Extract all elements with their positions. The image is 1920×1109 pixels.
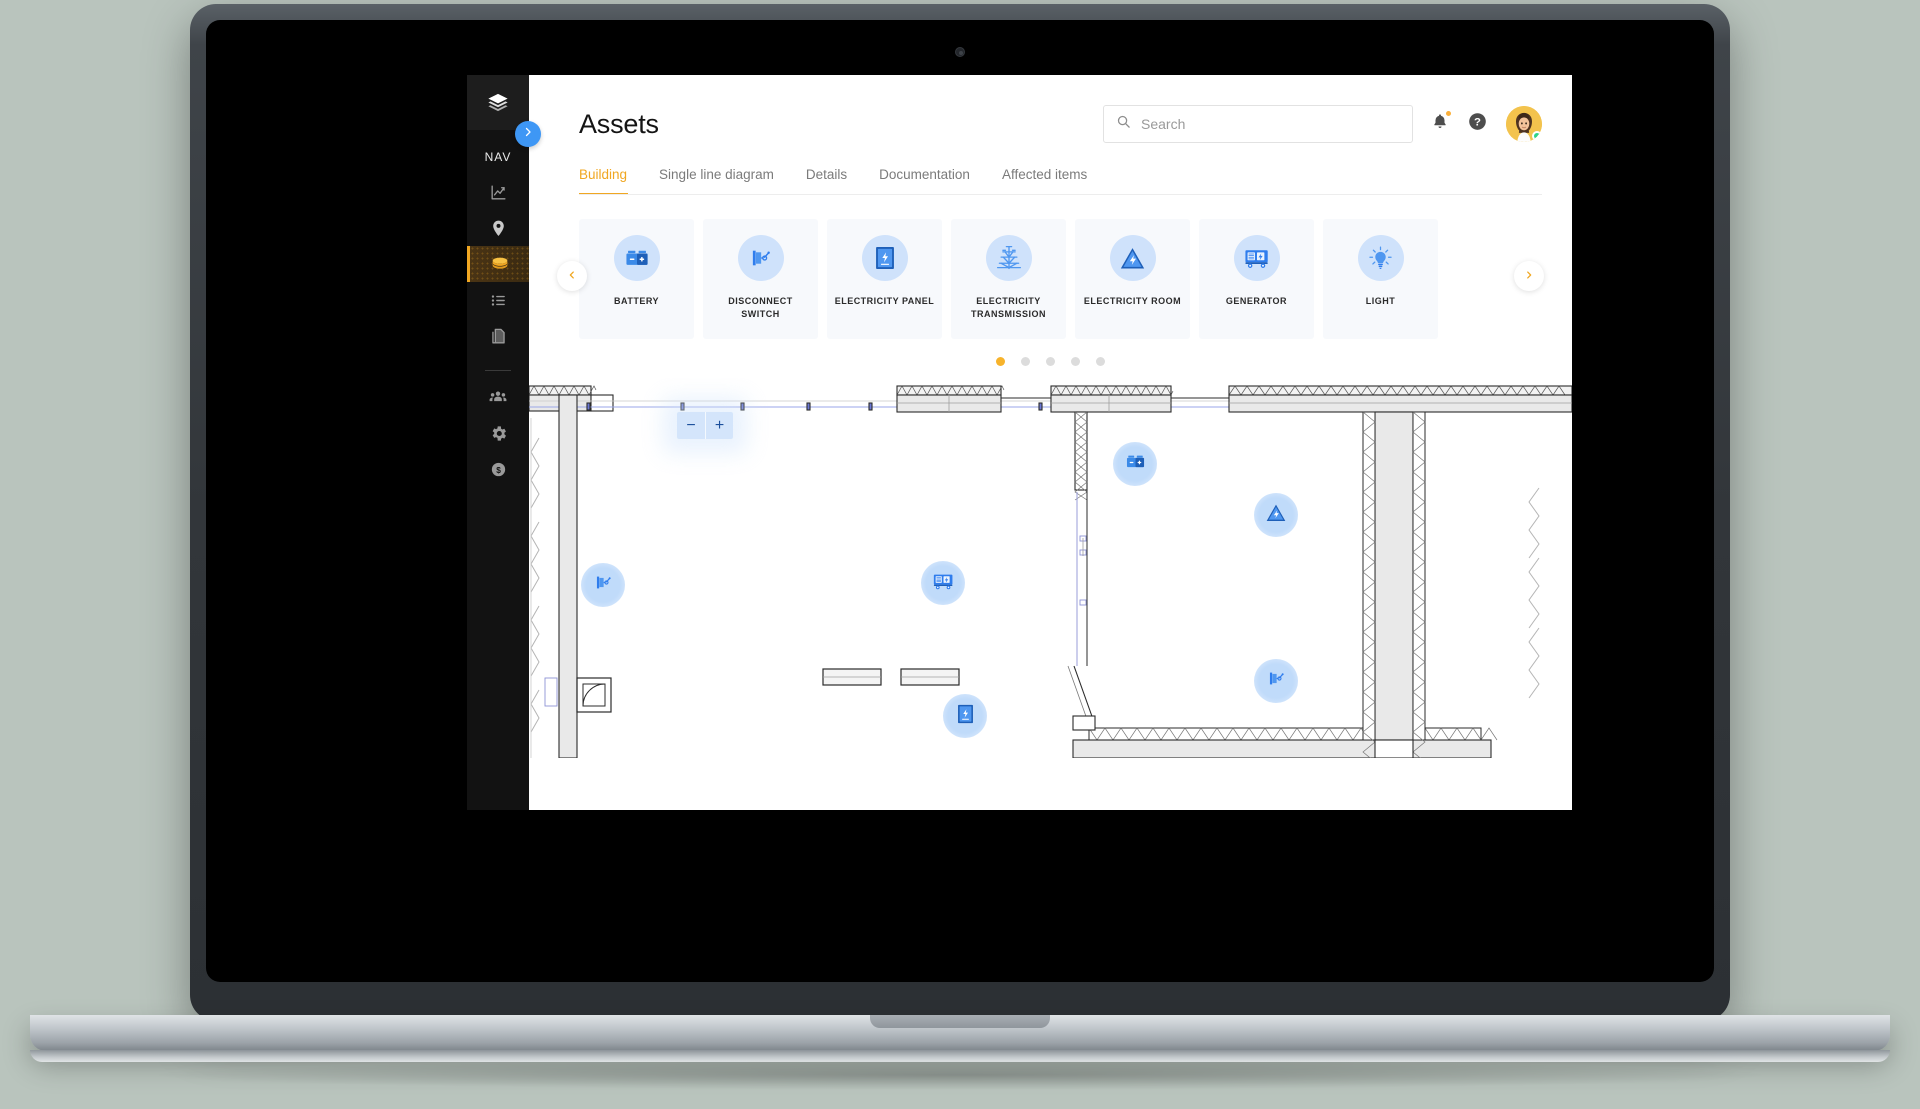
asset-card-list: Battery <box>543 219 1558 339</box>
tab-documentation[interactable]: Documentation <box>879 167 970 195</box>
carousel-dot[interactable] <box>996 357 1005 366</box>
asset-card-electricity-panel[interactable]: Electricity panel <box>827 219 942 339</box>
transmission-tower-icon <box>985 235 1032 281</box>
webcam-icon <box>955 47 965 57</box>
asset-card-label: Electricity room <box>1083 296 1182 306</box>
tab-details[interactable]: Details <box>806 167 847 195</box>
floorplan-marker-generator[interactable] <box>921 561 965 605</box>
floorplan-marker-battery[interactable] <box>1113 442 1157 486</box>
sidebar: NAV $ <box>467 75 541 810</box>
asset-card-label: Light <box>1365 296 1396 306</box>
search-icon <box>1116 114 1131 134</box>
sidebar-item-settings[interactable] <box>467 415 529 451</box>
laptop-base <box>30 1015 1890 1051</box>
application-window: NAV $ Assets Search ? Building Single li… <box>467 75 1572 810</box>
sidebar-item-users[interactable] <box>467 379 529 415</box>
generator-truck-icon <box>932 571 955 596</box>
notifications-button[interactable] <box>1431 110 1452 136</box>
zoom-controls: − + <box>677 412 733 439</box>
warning-triangle-icon <box>1109 235 1156 281</box>
asset-card-disconnect-switch[interactable]: Disconnect switch <box>703 219 818 339</box>
help-button[interactable]: ? <box>1467 111 1488 137</box>
carousel-prev-button[interactable] <box>557 261 587 291</box>
list-icon <box>489 291 508 310</box>
document-save-icon <box>489 327 508 346</box>
chevron-right-icon <box>1524 267 1534 285</box>
laptop-screen: NAV $ Assets Search ? Building Single li… <box>206 20 1714 982</box>
carousel-pagination <box>543 357 1558 366</box>
carousel-next-button[interactable] <box>1514 261 1544 291</box>
avatar[interactable] <box>1506 106 1542 142</box>
page-title: Assets <box>579 108 659 139</box>
generator-truck-icon <box>1233 235 1280 281</box>
notification-badge <box>1445 110 1452 117</box>
asset-card-electricity-room[interactable]: Electricity room <box>1075 219 1190 339</box>
floorplan-marker-disconnect-switch-2[interactable] <box>1254 659 1298 703</box>
light-bulb-icon <box>1357 235 1404 281</box>
battery-icon <box>613 235 660 281</box>
layers-stack-icon <box>489 253 511 275</box>
asset-card-label: Generator <box>1225 296 1288 306</box>
sidebar-divider <box>485 370 511 371</box>
floorplan-marker-disconnect-switch[interactable] <box>581 563 625 607</box>
asset-card-label: Electricity transmission <box>971 296 1046 320</box>
svg-text:$: $ <box>496 464 501 474</box>
gear-icon <box>489 424 508 443</box>
asset-card-light[interactable]: Light <box>1323 219 1438 339</box>
disconnect-switch-icon <box>737 235 784 281</box>
laptop-shadow <box>140 1060 1780 1090</box>
people-group-icon <box>488 387 508 407</box>
sidebar-item-billing[interactable]: $ <box>467 451 529 487</box>
sidebar-nav-label: NAV <box>484 150 512 164</box>
dollar-circle-icon: $ <box>489 460 508 479</box>
sidebar-logo[interactable] <box>467 75 529 130</box>
laptop-mockup: NAV $ Assets Search ? Building Single li… <box>0 0 1920 1109</box>
asset-card-label: Electricity panel <box>834 296 935 306</box>
disconnect-switch-icon <box>593 572 614 598</box>
floorplan-viewer[interactable]: − + <box>529 378 1572 758</box>
carousel-dot[interactable] <box>1046 357 1055 366</box>
warning-triangle-icon <box>1265 503 1287 528</box>
floorplan-marker-electricity-room[interactable] <box>1254 493 1298 537</box>
chevron-left-icon <box>567 267 577 285</box>
chevron-right-icon <box>522 125 534 143</box>
asset-card-generator[interactable]: Generator <box>1199 219 1314 339</box>
header-actions: ? <box>1103 105 1542 143</box>
carousel-dot[interactable] <box>1021 357 1030 366</box>
question-circle-icon: ? <box>1467 111 1488 137</box>
search-box[interactable] <box>1103 105 1413 143</box>
asset-card-label: Disconnect switch <box>728 296 793 320</box>
status-badge <box>1532 131 1542 141</box>
zoom-out-button[interactable]: − <box>677 412 705 439</box>
header-bar: Assets Search ? <box>529 75 1572 143</box>
location-pin-icon <box>489 219 508 238</box>
sidebar-item-analytics[interactable] <box>467 174 529 210</box>
electricity-panel-icon <box>861 235 908 281</box>
battery-icon <box>1125 451 1146 477</box>
tab-affected-items[interactable]: Affected items <box>1002 167 1087 195</box>
svg-text:?: ? <box>1474 117 1481 129</box>
asset-card-electricity-transmission[interactable]: Electricity transmission <box>951 219 1066 339</box>
carousel-dot[interactable] <box>1071 357 1080 366</box>
search-input[interactable] <box>1141 116 1400 132</box>
sidebar-item-documents[interactable] <box>467 318 529 354</box>
tab-single-line-diagram[interactable]: Single line diagram <box>659 167 774 195</box>
main-content: Assets Search ? Building Single line dia… <box>529 75 1572 810</box>
floorplan-marker-electricity-panel[interactable] <box>943 694 987 738</box>
sidebar-item-assets[interactable] <box>467 246 529 282</box>
zoom-in-button[interactable]: + <box>705 412 733 439</box>
sidebar-item-tasks[interactable] <box>467 282 529 318</box>
disconnect-switch-icon <box>1266 668 1287 694</box>
tab-building[interactable]: Building <box>579 167 627 195</box>
chart-line-icon <box>489 183 508 202</box>
asset-carousel: Battery <box>543 195 1558 366</box>
tab-bar: Building Single line diagram Details Doc… <box>529 143 1572 195</box>
electricity-panel-icon <box>956 703 975 730</box>
sidebar-expand-button[interactable] <box>515 121 541 147</box>
carousel-dot[interactable] <box>1096 357 1105 366</box>
asset-card-battery[interactable]: Battery <box>579 219 694 339</box>
asset-card-label: Battery <box>614 296 659 306</box>
sidebar-item-locations[interactable] <box>467 210 529 246</box>
layers-logo-icon <box>487 92 509 114</box>
